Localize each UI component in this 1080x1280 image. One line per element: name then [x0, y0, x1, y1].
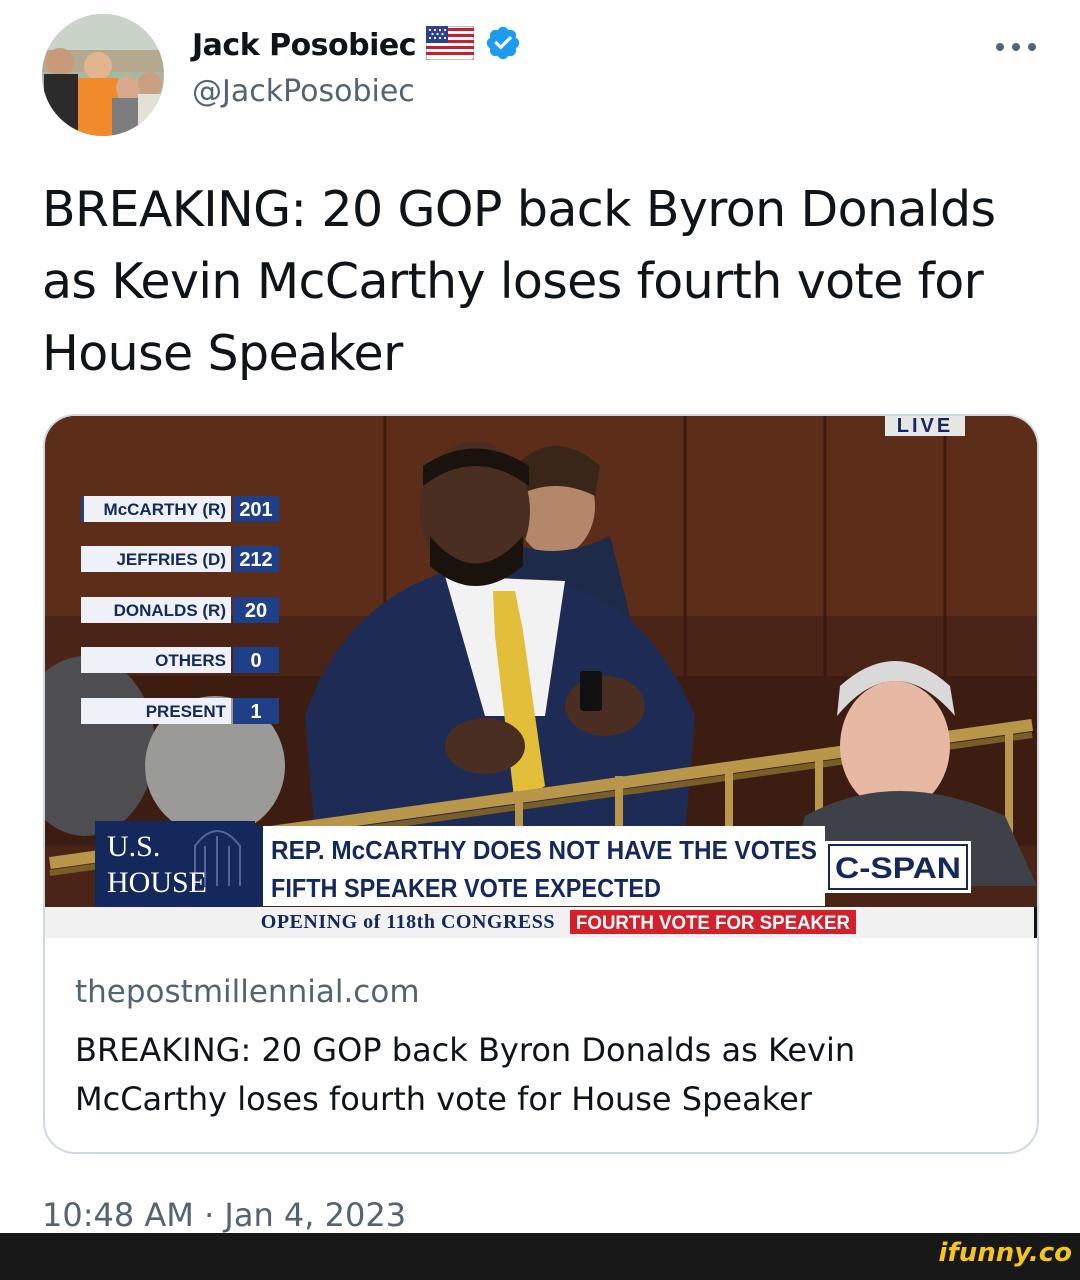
- ifunny-watermark: ifunny.co: [938, 1238, 1072, 1268]
- ticker-right: FOURTH VOTE FOR SPEAKER: [576, 913, 850, 934]
- tally-count: 212: [239, 549, 272, 571]
- live-label: LIVE: [897, 416, 953, 437]
- tally-row: DONALDS (R) 20: [81, 597, 279, 623]
- cspan-logo: C-SPAN: [835, 852, 961, 885]
- tally-row: McCARTHY (R) 201: [81, 496, 279, 522]
- author-handle[interactable]: @JackPosobiec: [192, 74, 415, 109]
- more-options-icon[interactable]: [996, 40, 1036, 54]
- tally-label: DONALDS (R): [114, 601, 226, 620]
- chyron-headline-line2: FIFTH SPEAKER VOTE EXPECTED: [271, 873, 661, 903]
- house-logo-line2: HOUSE: [107, 866, 207, 899]
- tally-row: OTHERS 0: [81, 647, 279, 673]
- more-dot: [996, 43, 1004, 51]
- tally-row: PRESENT 1: [81, 698, 279, 724]
- cspan-broadcast-frame: LIVE McCARTHY (R) 201 JEFFRIES (D) 212 D…: [45, 416, 1037, 938]
- avatar-photo: [42, 14, 164, 136]
- tweet-timestamp[interactable]: 10:48 AM · Jan 4, 2023: [42, 1196, 406, 1234]
- tally-count: 201: [239, 499, 272, 521]
- verified-badge-icon: [484, 24, 522, 67]
- us-flag-icon: [425, 25, 475, 65]
- chyron-headline-line1: REP. McCARTHY DOES NOT HAVE THE VOTES: [271, 835, 817, 865]
- tally-label: OTHERS: [155, 651, 226, 670]
- card-media-image[interactable]: LIVE McCARTHY (R) 201 JEFFRIES (D) 212 D…: [45, 416, 1037, 938]
- more-dot: [1028, 43, 1036, 51]
- ticker-left: OPENING of 118th CONGRESS: [261, 911, 555, 933]
- tally-row: JEFFRIES (D) 212: [81, 546, 279, 572]
- author-name[interactable]: Jack Posobiec: [192, 28, 417, 63]
- tally-label: McCARTHY (R): [104, 500, 226, 519]
- house-logo-line1: U.S.: [107, 830, 160, 863]
- author-avatar[interactable]: [42, 14, 164, 136]
- tally-count: 1: [250, 701, 261, 723]
- author-name-row[interactable]: Jack Posobiec: [192, 22, 522, 68]
- more-dot: [1012, 43, 1020, 51]
- tally-label: PRESENT: [146, 702, 227, 721]
- tweet-text: BREAKING: 20 GOP back Byron Donalds as K…: [42, 181, 996, 382]
- watermark-bar: ifunny.co: [0, 1233, 1080, 1280]
- tally-label: JEFFRIES (D): [116, 550, 226, 569]
- card-title: BREAKING: 20 GOP back Byron Donalds as K…: [75, 1031, 856, 1118]
- tally-count: 20: [245, 600, 267, 622]
- link-preview-card[interactable]: LIVE McCARTHY (R) 201 JEFFRIES (D) 212 D…: [43, 414, 1039, 1154]
- tally-count: 0: [250, 650, 261, 672]
- card-domain: thepostmillennial.com: [75, 974, 420, 1010]
